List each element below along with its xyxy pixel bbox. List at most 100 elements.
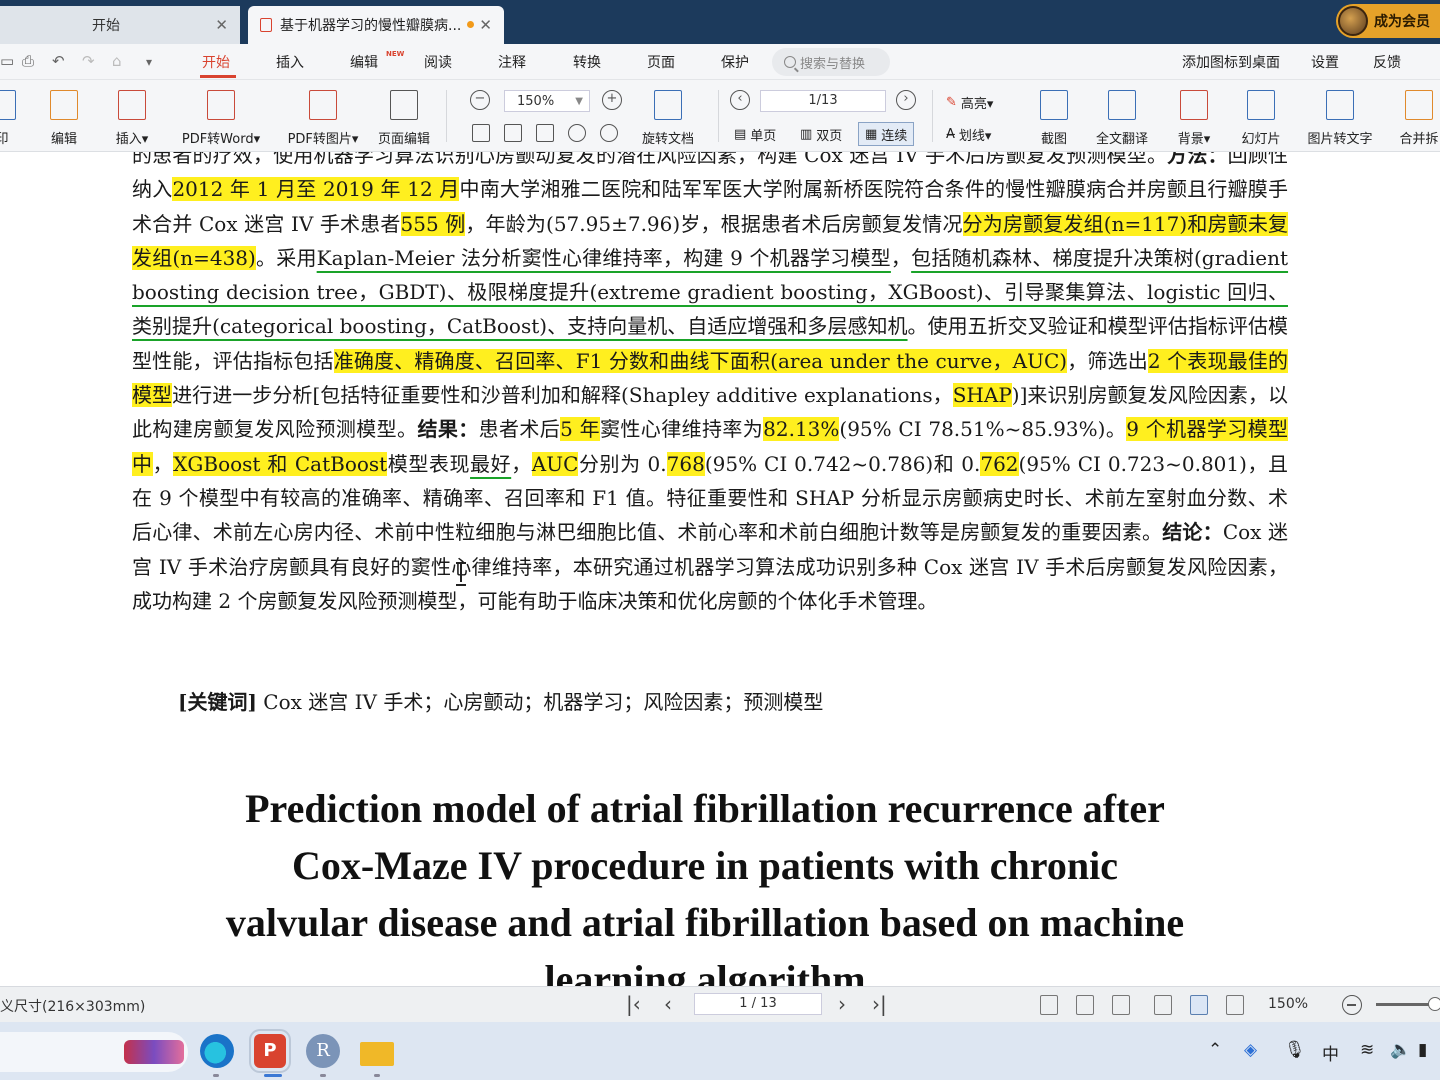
prev-page-icon[interactable]: ‹ — [664, 992, 672, 1016]
tab-document[interactable]: 基于机器学习的慢性瓣膜病... ✕ — [248, 6, 504, 44]
print-icon[interactable]: ⎙ — [22, 52, 34, 70]
feedback-link[interactable]: 反馈 — [1373, 52, 1401, 72]
image-to-text-button[interactable]: 图片转文字 — [1302, 86, 1378, 150]
zoom-out-icon[interactable] — [1342, 995, 1362, 1015]
microphone-icon[interactable]: 🎙 — [1284, 1040, 1306, 1060]
highlight-auc[interactable]: AUC — [531, 451, 579, 476]
screenshot-button[interactable]: 截图 — [1034, 86, 1074, 150]
highlight-metrics[interactable]: 准确度、精确度、召回率、F1 分数和曲线下面积(area under the c… — [333, 348, 1068, 373]
english-title: Prediction model of atrial fibrillation … — [140, 780, 1270, 986]
become-member-button[interactable]: 成为会员 — [1336, 4, 1440, 38]
pdf-to-image-button[interactable]: PDF转图片▾ — [282, 86, 364, 150]
page-nav-input[interactable]: 1 / 13 — [694, 993, 822, 1015]
fit-page-icon[interactable] — [504, 124, 522, 142]
fit-width-icon[interactable] — [536, 124, 554, 142]
menu-start[interactable]: 开始 — [202, 52, 230, 72]
security-icon[interactable]: ◈ — [1244, 1040, 1257, 1060]
print-button[interactable]: 印 — [0, 86, 16, 150]
undo-icon[interactable]: ↶ — [52, 52, 65, 70]
continuous-view-icon[interactable] — [1154, 995, 1172, 1015]
close-icon[interactable]: ✕ — [215, 16, 228, 34]
rotate-right-icon[interactable] — [600, 124, 618, 142]
edge-icon[interactable] — [200, 1034, 234, 1068]
underline-best[interactable]: 最好 — [470, 452, 511, 476]
document-viewport[interactable]: 的患者的疗效，使用机器学习算法识别心房颤动复发的潜在风险因素，构建 Cox 迷宫… — [0, 152, 1440, 986]
menu-edit[interactable]: 编辑 — [350, 52, 378, 72]
settings-link[interactable]: 设置 — [1311, 52, 1339, 72]
zoom-in-icon[interactable]: + — [602, 90, 622, 110]
running-indicator — [374, 1074, 380, 1077]
rotate-icon — [654, 90, 682, 120]
redo-icon[interactable]: ↷ — [82, 52, 95, 70]
next-page-icon[interactable]: › — [838, 992, 846, 1016]
highlight-xgb-cat[interactable]: XGBoost 和 CatBoost — [173, 451, 388, 476]
fit-width-icon[interactable] — [1112, 995, 1130, 1015]
menu-annotate[interactable]: 注释 — [498, 52, 526, 72]
next-page-icon[interactable]: › — [896, 90, 916, 110]
menu-page[interactable]: 页面 — [647, 52, 675, 72]
page-number-input[interactable]: 1/13 — [760, 90, 886, 112]
menu-convert[interactable]: 转换 — [573, 52, 601, 72]
rotate-document-button[interactable]: 旋转文档 — [638, 86, 698, 150]
keywords-text: Cox 迷宫 IV 手术；心房颤动；机器学习；风险因素；预测模型 — [263, 690, 824, 714]
menu-insert[interactable]: 插入 — [276, 52, 304, 72]
ime-indicator[interactable]: 中 — [1322, 1040, 1339, 1065]
first-page-icon[interactable]: |‹ — [626, 992, 641, 1016]
double-page-button[interactable]: ▥ 双页 — [794, 122, 848, 146]
r-app-icon[interactable]: R — [306, 1034, 340, 1068]
zoom-slider-handle[interactable] — [1428, 997, 1440, 1011]
strikeout-button[interactable]: A̶ 划线▾ — [940, 122, 997, 146]
highlight-5y[interactable]: 5 年 — [560, 417, 601, 442]
pdf-to-word-button[interactable]: PDF转Word▾ — [176, 86, 266, 150]
highlight-button[interactable]: ✎ 高亮▾ — [940, 90, 999, 114]
pdf-app-icon[interactable]: P — [249, 1029, 291, 1073]
underline-km[interactable]: Kaplan-Meier 法分析窦性心律维持率，构建 9 个机器学习模型 — [317, 246, 891, 270]
menu-protect[interactable]: 保护 — [721, 52, 749, 72]
tab-home-label: 开始 — [92, 18, 120, 34]
actual-size-icon[interactable] — [1040, 995, 1058, 1015]
highlight-768[interactable]: 768 — [666, 451, 705, 476]
single-view-icon[interactable] — [1190, 995, 1208, 1015]
wifi-icon[interactable]: ≋ — [1360, 1040, 1374, 1060]
highlight-shap[interactable]: SHAP — [952, 383, 1012, 408]
widget-icon[interactable] — [124, 1040, 184, 1064]
merge-split-button[interactable]: 合并拆 — [1396, 86, 1440, 150]
fit-page-icon[interactable] — [1076, 995, 1094, 1015]
slideshow-button[interactable]: 幻灯片 — [1238, 86, 1284, 150]
tab-home[interactable]: 开始 ✕ — [0, 6, 240, 44]
page-edit-button[interactable]: 页面编辑 — [374, 86, 434, 150]
search-input[interactable]: 搜索与替换 — [772, 48, 890, 76]
background-button[interactable]: 背景▾ — [1172, 86, 1216, 150]
highlight-762[interactable]: 762 — [980, 451, 1019, 476]
chevron-down-icon[interactable]: ▾ — [146, 55, 152, 69]
home-icon[interactable]: ⌂ — [112, 52, 122, 70]
rotate-left-icon[interactable] — [568, 124, 586, 142]
zoom-select[interactable]: 150% ▼ — [504, 90, 590, 112]
zoom-out-icon[interactable]: − — [470, 90, 490, 110]
highlight-date[interactable]: 2012 年 1 月至 2019 年 12 月 — [172, 177, 460, 202]
prev-page-icon[interactable]: ‹ — [730, 90, 750, 110]
folder-icon[interactable] — [360, 1042, 394, 1066]
zoom-value[interactable]: 150% — [1268, 996, 1308, 1012]
insert-button[interactable]: 插入▾ — [110, 86, 154, 150]
search-icon — [784, 56, 796, 68]
merge-label: 合并拆 — [1399, 132, 1439, 147]
continuous-button[interactable]: ▦ 连续 — [858, 122, 915, 146]
actual-size-icon[interactable] — [472, 124, 490, 142]
double-view-icon[interactable] — [1226, 995, 1244, 1015]
translate-button[interactable]: 全文翻译 — [1090, 86, 1154, 150]
volume-icon[interactable]: 🔈 — [1390, 1040, 1411, 1060]
add-to-desktop-link[interactable]: 添加图标到桌面 — [1182, 52, 1280, 72]
single-page-button[interactable]: ▤ 单页 — [728, 122, 782, 146]
paint-bucket-icon — [1180, 90, 1208, 120]
highlight-rate[interactable]: 82.13% — [763, 417, 840, 442]
battery-icon[interactable]: ▮ — [1418, 1040, 1427, 1060]
last-page-icon[interactable]: ›| — [872, 992, 887, 1016]
highlight-count[interactable]: 555 例 — [400, 211, 466, 236]
edit-button[interactable]: 编辑 — [44, 86, 84, 150]
chevron-up-icon[interactable]: ⌃ — [1208, 1040, 1222, 1060]
menu-read[interactable]: 阅读 — [424, 52, 452, 72]
zoom-slider[interactable] — [1376, 1003, 1436, 1006]
save-icon[interactable]: ▭ — [0, 52, 14, 70]
close-icon[interactable]: ✕ — [479, 16, 492, 34]
